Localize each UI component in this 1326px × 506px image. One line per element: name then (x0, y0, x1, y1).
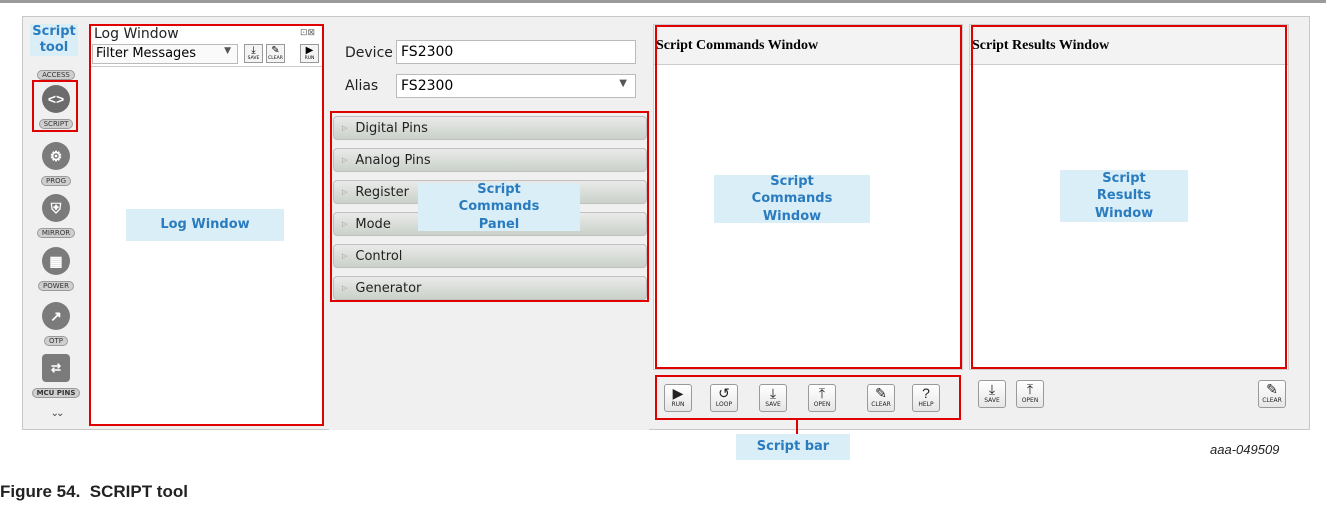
alias-select[interactable]: FS2300 ▼ (396, 74, 636, 98)
results-clear-button[interactable]: ✎ CLEAR (1258, 380, 1286, 408)
sidebar-item-label: PROG (40, 176, 72, 186)
device-value: FS2300 (401, 44, 454, 60)
script-code-icon: <> (42, 85, 70, 113)
sidebar-item-label: SCRIPT (38, 119, 74, 129)
sidebar-item-label: OTP (43, 336, 68, 346)
chevron-down-icon: ▼ (619, 78, 627, 89)
open-icon: ⤒ (1026, 381, 1034, 397)
results-save-button[interactable]: ⤓ SAVE (978, 380, 1006, 408)
sidebar-item-mcu-pins[interactable]: ⇄ MCU PINS (30, 354, 82, 400)
device-label: Device (345, 45, 393, 61)
clear-broom-icon: ✎ (1266, 381, 1278, 397)
commands-window-callout: Script Commands Window (714, 174, 870, 224)
results-save-label: SAVE (984, 397, 1000, 404)
results-open-button[interactable]: ⤒ OPEN (1016, 380, 1044, 408)
sidebar-item-prog[interactable]: ⚙ PROG (30, 142, 82, 188)
sidebar: Script tool ACCESS <> SCRIPT ⚙ PROG ⛨ MI… (30, 22, 86, 430)
sidebar-more-chevron-icon[interactable]: ⌄⌄ (30, 408, 82, 419)
sidebar-title: Script tool (30, 24, 78, 56)
sidebar-item-label: MCU PINS (31, 388, 81, 398)
save-icon: ⤓ (988, 381, 996, 397)
mcu-pins-icon: ⇄ (42, 354, 70, 382)
page-header-rule (0, 0, 1326, 3)
sidebar-item-label: POWER (38, 281, 74, 291)
alias-value: FS2300 (401, 78, 454, 94)
device-field[interactable]: FS2300 (396, 40, 636, 64)
sidebar-item-otp[interactable]: ↗ OTP (30, 302, 82, 348)
results-clear-label: CLEAR (1262, 397, 1282, 404)
script-bar-callout: Script bar (736, 434, 850, 460)
results-open-label: OPEN (1021, 397, 1039, 404)
otp-hammer-icon: ↗ (42, 302, 70, 330)
sidebar-item-label: MIRROR (36, 228, 76, 238)
sidebar-item-power[interactable]: ▦ POWER (30, 247, 82, 293)
power-calculator-icon: ▦ (42, 247, 70, 275)
script-bar-highlight (655, 375, 961, 420)
log-window-callout: Log Window (126, 209, 284, 241)
sidebar-item-mirror[interactable]: ⛨ MIRROR (30, 194, 82, 240)
sidebar-item-label: ACCESS (37, 70, 75, 80)
script-bar-leader-line (796, 420, 798, 434)
figure-id: aaa-049509 (1210, 442, 1280, 457)
results-window-callout: Script Results Window (1060, 170, 1188, 222)
sidebar-item-script[interactable]: <> SCRIPT (30, 85, 82, 131)
commands-panel-callout: Script Commands Panel (418, 182, 580, 232)
prog-gear-icon: ⚙ (42, 142, 70, 170)
alias-label: Alias (345, 78, 379, 94)
figure-caption: Figure 54. SCRIPT tool (0, 482, 188, 501)
mirror-icon: ⛨ (42, 194, 70, 222)
